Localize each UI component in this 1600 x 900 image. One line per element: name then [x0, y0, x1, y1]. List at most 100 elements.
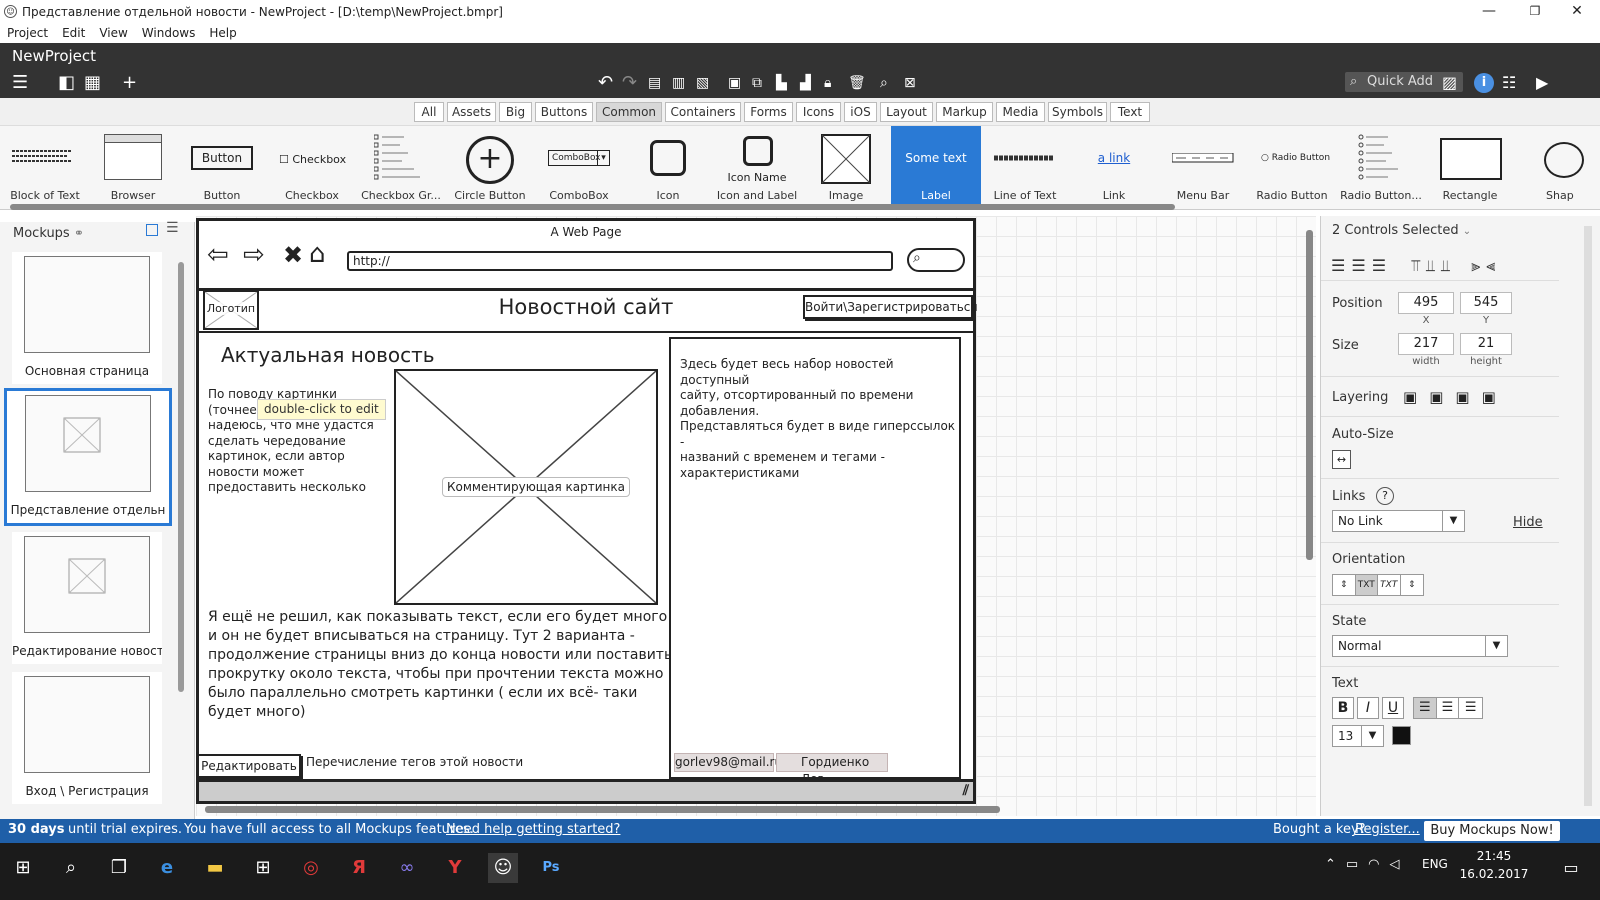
- page-thumbnail-selected[interactable]: Представление отдельн: [4, 388, 172, 526]
- lib-combobox[interactable]: ComboBox ▾ ComboBox: [534, 126, 624, 206]
- orientation-slanted-icon[interactable]: TXT: [1378, 575, 1401, 595]
- align-right-icon[interactable]: ☰: [1372, 256, 1392, 275]
- search-icon[interactable]: ⌕: [56, 853, 86, 883]
- notification-icon[interactable]: ▭: [1556, 853, 1586, 883]
- photoshop-icon[interactable]: Ps: [536, 853, 566, 883]
- align-center-icon[interactable]: ☰: [1351, 256, 1371, 275]
- filter-common[interactable]: Common: [596, 102, 662, 122]
- bring-forward-icon[interactable]: ▣: [1429, 388, 1455, 406]
- group-icon[interactable]: ▣: [728, 72, 741, 94]
- filter-assets[interactable]: Assets: [447, 102, 496, 122]
- lib-icon[interactable]: Icon: [623, 126, 713, 206]
- links-dropdown[interactable]: No Link ▼: [1332, 510, 1465, 532]
- trash-icon[interactable]: 🗑︎: [848, 72, 866, 94]
- orientation-rotated-icon[interactable]: ⇕: [1401, 575, 1423, 595]
- text-color-swatch[interactable]: [1392, 726, 1411, 745]
- canvas-horizontal-scrollbar[interactable]: [205, 806, 1000, 813]
- page-thumbnail[interactable]: Вход \ Регистрация: [12, 672, 162, 804]
- filter-markup[interactable]: Markup: [936, 102, 993, 122]
- lib-button[interactable]: Button Button: [177, 126, 267, 206]
- filter-forms[interactable]: Forms: [744, 102, 793, 122]
- menu-edit[interactable]: Edit: [62, 26, 85, 40]
- list-view-icon[interactable]: ☰: [166, 220, 179, 236]
- lib-image[interactable]: Image: [801, 126, 891, 206]
- store-icon[interactable]: ⊞: [248, 853, 278, 883]
- lib-label[interactable]: Some text Label: [891, 126, 981, 206]
- duplicate-icon[interactable]: ▥: [672, 72, 685, 94]
- lib-menu-bar[interactable]: Menu Bar: [1158, 126, 1248, 206]
- bring-front-icon[interactable]: ▙: [776, 72, 787, 94]
- filter-icons[interactable]: Icons: [796, 102, 841, 122]
- align-text-center-icon[interactable]: ☰: [1437, 698, 1460, 718]
- clock-time[interactable]: 21:45: [1464, 849, 1524, 863]
- send-backward-icon[interactable]: ▣: [1455, 388, 1481, 406]
- height-input[interactable]: 21: [1460, 333, 1512, 355]
- ungroup-icon[interactable]: ⧉: [752, 72, 762, 94]
- font-size-dropdown[interactable]: 13 ▼: [1332, 725, 1384, 747]
- lib-rectangle[interactable]: Rectangle: [1425, 126, 1515, 206]
- sidebar-scrollbar[interactable]: [178, 262, 184, 692]
- help-link[interactable]: Need help getting started?: [446, 819, 620, 841]
- app-icon[interactable]: ◎: [296, 853, 326, 883]
- filter-symbols[interactable]: Symbols: [1048, 102, 1107, 122]
- bring-to-front-icon[interactable]: ▣: [1403, 388, 1429, 406]
- lock-icon[interactable]: 🔒︎: [824, 72, 831, 94]
- properties-icon[interactable]: ☷: [1502, 72, 1516, 94]
- menu-help[interactable]: Help: [209, 26, 236, 40]
- task-view-icon[interactable]: ❐: [104, 853, 134, 883]
- lib-radio-button-group[interactable]: Radio Button...: [1336, 126, 1426, 206]
- send-to-back-icon[interactable]: ▣: [1482, 388, 1508, 406]
- lib-checkbox[interactable]: ☐ Checkbox Checkbox: [267, 126, 357, 206]
- buy-now-button[interactable]: Buy Mockups Now!: [1424, 821, 1560, 841]
- filter-buttons[interactable]: Buttons: [535, 102, 593, 122]
- lib-checkbox-group[interactable]: Checkbox Gr...: [356, 126, 446, 206]
- edge-browser-icon[interactable]: e: [152, 853, 182, 883]
- language-indicator[interactable]: ENG: [1422, 857, 1448, 871]
- yandex-icon[interactable]: Я: [344, 853, 374, 883]
- hide-link[interactable]: Hide: [1513, 515, 1543, 530]
- lib-radio-button[interactable]: ○ Radio Button Radio Button: [1247, 126, 1337, 206]
- lib-line-of-text[interactable]: Line of Text: [980, 126, 1070, 206]
- minimize-button[interactable]: —: [1466, 0, 1512, 23]
- position-y-input[interactable]: 545: [1460, 292, 1512, 314]
- filter-containers[interactable]: Containers: [665, 102, 741, 122]
- filter-text[interactable]: Text: [1110, 102, 1150, 122]
- selection-summary[interactable]: 2 Controls Selected ⌄: [1332, 223, 1471, 238]
- canvas-vertical-scrollbar[interactable]: [1306, 230, 1313, 560]
- sidebar-toggle-icon[interactable]: ◧: [58, 72, 75, 94]
- mockups-app-icon[interactable]: ☺: [488, 853, 518, 883]
- menu-windows[interactable]: Windows: [142, 26, 196, 40]
- menu-project[interactable]: Project: [7, 26, 48, 40]
- zoom-icon[interactable]: ⌕: [880, 72, 888, 94]
- file-explorer-icon[interactable]: ▬: [200, 853, 230, 883]
- maximize-button[interactable]: ❐: [1512, 0, 1558, 23]
- register-link[interactable]: Register...: [1355, 819, 1420, 841]
- page-thumbnail[interactable]: Редактирование новост: [12, 532, 162, 664]
- filter-ios[interactable]: iOS: [844, 102, 877, 122]
- links-help-icon[interactable]: ?: [1376, 487, 1394, 505]
- autosize-toggle-icon[interactable]: ↔: [1332, 450, 1351, 469]
- lib-shape[interactable]: Shap: [1514, 126, 1600, 206]
- ui-library-icon[interactable]: ▨: [1442, 72, 1457, 94]
- distribute-h-icon[interactable]: ⫸: [1471, 256, 1486, 275]
- align-text-right-icon[interactable]: ☰: [1459, 698, 1482, 718]
- present-icon[interactable]: ▶: [1536, 72, 1548, 94]
- lib-block-of-text[interactable]: Block of Text: [0, 126, 90, 206]
- copy-icon[interactable]: ▤: [648, 72, 661, 94]
- filter-all[interactable]: All: [414, 102, 444, 122]
- page-thumbnail[interactable]: Основная страница: [12, 252, 162, 384]
- align-middle-icon[interactable]: ⫫: [1426, 256, 1441, 275]
- library-scrollbar[interactable]: [10, 204, 1175, 210]
- close-button[interactable]: ✕: [1554, 0, 1600, 23]
- send-back-icon[interactable]: ▟: [800, 72, 811, 94]
- add-mockup-icon[interactable]: +: [122, 72, 137, 94]
- orientation-vertical-icon[interactable]: ⇕: [1333, 575, 1356, 595]
- infinity-icon[interactable]: ∞: [392, 853, 422, 883]
- fullscreen-icon[interactable]: ⊠: [904, 72, 916, 94]
- lib-circle-button[interactable]: + Circle Button: [445, 126, 535, 206]
- web-page-mockup[interactable]: A Web Page ⇦ ⇨ ✖ ⌂ http:// ⌕ Логотип Нов…: [196, 218, 978, 804]
- clock-date[interactable]: 16.02.2017: [1458, 867, 1530, 881]
- info-icon[interactable]: i: [1474, 73, 1494, 93]
- lib-browser[interactable]: Browser: [88, 126, 178, 206]
- italic-button[interactable]: I: [1357, 697, 1379, 719]
